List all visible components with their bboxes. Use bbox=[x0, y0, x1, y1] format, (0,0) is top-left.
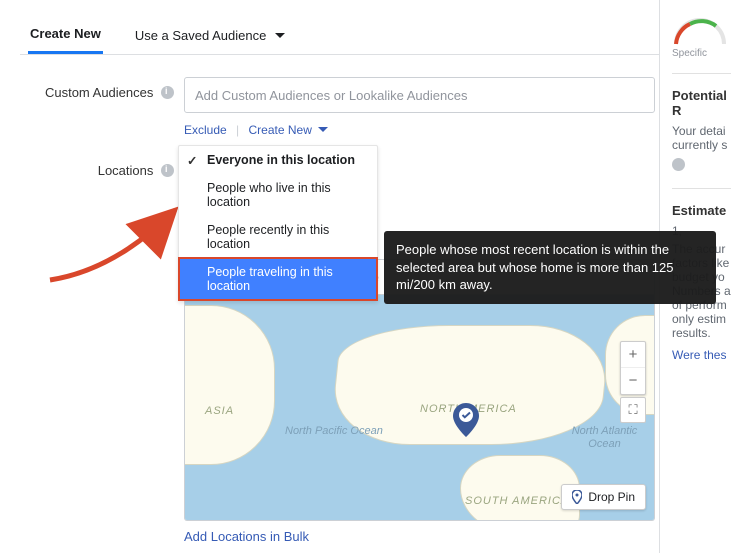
zoom-in-button[interactable]: + bbox=[621, 342, 645, 368]
map-text-sa: SOUTH AMERICA bbox=[465, 495, 569, 507]
estimate-heading: Estimate bbox=[672, 203, 731, 218]
custom-audiences-label-text: Custom Audiences bbox=[45, 85, 153, 100]
drop-pin-label: Drop Pin bbox=[588, 490, 635, 504]
location-map[interactable]: ASIA NORTH MERICA SOUTH AMERICA North Pa… bbox=[184, 295, 655, 521]
info-icon[interactable] bbox=[672, 158, 685, 171]
potential-reach-heading: Potential R bbox=[672, 88, 731, 118]
create-new-link-text: Create New bbox=[249, 123, 312, 137]
dropdown-option-recent[interactable]: People recently in this location bbox=[179, 216, 377, 258]
gauge-specific-label: Specific bbox=[672, 48, 731, 59]
map-text-pacific: North Pacific Ocean bbox=[285, 425, 383, 438]
custom-audiences-input[interactable]: Add Custom Audiences or Lookalike Audien… bbox=[184, 77, 655, 113]
were-these-link[interactable]: Were thes bbox=[672, 348, 731, 362]
create-new-link[interactable]: Create New bbox=[249, 123, 329, 137]
pin-icon bbox=[572, 490, 582, 504]
add-locations-bulk-link[interactable]: Add Locations in Bulk bbox=[184, 529, 659, 544]
caret-down-icon bbox=[318, 127, 328, 132]
tab-create-new[interactable]: Create New bbox=[28, 20, 103, 54]
locations-label: Locations bbox=[28, 155, 184, 544]
potential-reach-body: Your detai currently s bbox=[672, 124, 731, 152]
map-text-atlantic: North Atlantic Ocean bbox=[555, 425, 654, 451]
fullscreen-button[interactable]: ⛶ bbox=[620, 397, 646, 423]
caret-down-icon bbox=[275, 33, 285, 38]
info-icon[interactable] bbox=[161, 164, 174, 177]
tab-saved-label: Use a Saved Audience bbox=[135, 28, 267, 43]
custom-audiences-label: Custom Audiences bbox=[28, 77, 184, 137]
zoom-out-button[interactable]: − bbox=[621, 368, 645, 394]
info-icon[interactable] bbox=[161, 86, 174, 99]
drop-pin-button[interactable]: Drop Pin bbox=[561, 484, 646, 510]
custom-audiences-links: Exclude | Create New bbox=[184, 123, 659, 137]
tabs-bar: Create New Use a Saved Audience bbox=[20, 20, 659, 55]
dropdown-option-everyone[interactable]: Everyone in this location bbox=[179, 146, 377, 174]
separator: | bbox=[236, 123, 239, 137]
location-type-dropdown: Everyone in this location People who liv… bbox=[178, 145, 378, 301]
tab-saved-audience[interactable]: Use a Saved Audience bbox=[133, 22, 288, 53]
map-text-asia: ASIA bbox=[205, 405, 234, 417]
map-zoom-controls: + − bbox=[620, 341, 646, 395]
travel-tooltip: People whose most recent location is wit… bbox=[384, 231, 716, 304]
exclude-link[interactable]: Exclude bbox=[184, 123, 227, 137]
locations-label-text: Locations bbox=[98, 163, 154, 178]
dropdown-option-travel[interactable]: People traveling in this location bbox=[179, 258, 377, 300]
dropdown-option-live[interactable]: People who live in this location bbox=[179, 174, 377, 216]
map-marker-icon[interactable] bbox=[453, 403, 479, 437]
audience-gauge-icon bbox=[672, 16, 728, 46]
